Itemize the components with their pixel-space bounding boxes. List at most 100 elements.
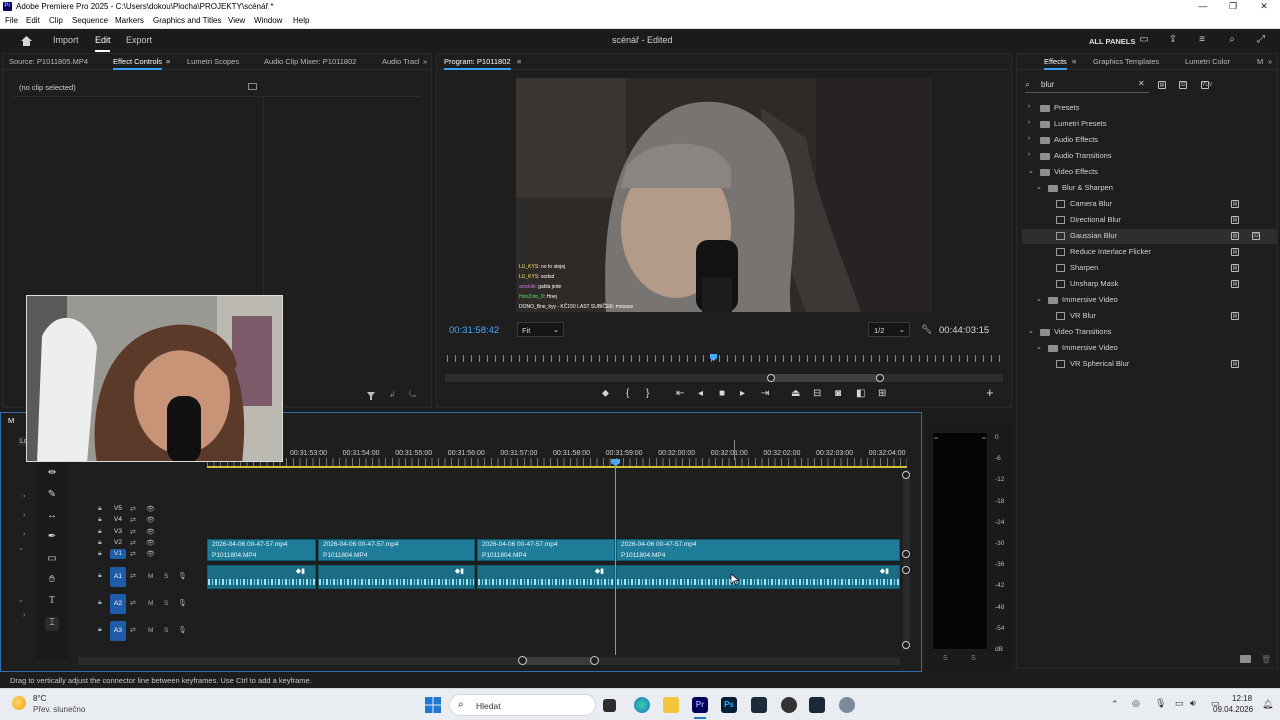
video-clip[interactable]: 2026-04-06 00-47-57.mp4 P1011804.MP4 xyxy=(477,539,615,561)
caption-tool-icon[interactable]: ⌶ xyxy=(45,617,59,631)
eye-icon[interactable]: 👁︎ xyxy=(146,550,155,558)
track-label-a1[interactable]: A1 xyxy=(114,573,122,580)
tab-program[interactable]: Program: P1011802 xyxy=(444,57,511,70)
solo-button[interactable]: S xyxy=(164,573,168,580)
clock-date[interactable]: 09.04.2026 xyxy=(1213,705,1253,714)
nav-edit[interactable]: Edit xyxy=(95,35,111,45)
task-view-icon[interactable] xyxy=(603,699,616,712)
effects-tree-item[interactable]: ⌄ Video Effects xyxy=(1017,165,1277,179)
chevron-down-icon[interactable]: ⌄ xyxy=(1028,167,1034,175)
razor-tool-icon[interactable]: ✎ xyxy=(45,489,59,503)
panel-menu-icon[interactable]: ≡ xyxy=(166,57,170,66)
keyframe-icon[interactable]: ◆▮ xyxy=(455,567,464,575)
zoom-handle-left[interactable] xyxy=(767,374,775,382)
sync-lock-icon[interactable]: ⇄ xyxy=(130,550,136,558)
export-frame-icon[interactable]: ↲ xyxy=(389,390,396,399)
expand-chevron-icon[interactable]: › xyxy=(23,531,25,538)
all-panels-button[interactable]: ALL PANELS xyxy=(1089,37,1135,46)
network-icon[interactable]: ▭ xyxy=(1175,698,1184,709)
voiceover-mic-icon[interactable]: 🎙︎ xyxy=(178,572,187,580)
lock-icon[interactable]: 🔒︎ xyxy=(98,516,102,524)
windows-start-icon[interactable] xyxy=(425,697,441,713)
steam-icon[interactable] xyxy=(809,697,825,713)
tab-effects[interactable]: Effects xyxy=(1044,57,1067,70)
track-label-a2[interactable]: A2 xyxy=(114,600,122,607)
program-menu-icon[interactable]: ≡ xyxy=(517,57,521,66)
tray-chevron-icon[interactable]: ⌃ xyxy=(1111,699,1119,710)
rectangle-tool-icon[interactable]: ▭ xyxy=(45,553,59,567)
lock-icon[interactable]: 🔒︎ xyxy=(98,626,102,634)
tab-more[interactable]: M xyxy=(1257,57,1263,66)
hscroll-handle-right[interactable] xyxy=(590,656,599,665)
keyframe-icon[interactable]: ◆▮ xyxy=(595,567,604,575)
photoshop-icon[interactable]: Ps xyxy=(721,697,737,713)
lock-icon[interactable]: 🔒︎ xyxy=(98,572,102,580)
clear-search-icon[interactable]: ✕ xyxy=(1138,79,1145,88)
tray-app-icon[interactable]: ◎ xyxy=(1132,698,1140,709)
clock-time[interactable]: 12:18 xyxy=(1232,694,1252,703)
render-icon[interactable]: ⤿ xyxy=(409,390,416,400)
stop-icon[interactable]: ■ xyxy=(719,388,725,399)
collapse-chevron-icon[interactable]: ⌄ xyxy=(18,596,24,604)
tab-audio-clip-mixer[interactable]: Audio Clip Mixer: P1011802 xyxy=(264,57,356,66)
audio-clip[interactable]: ◆▮ xyxy=(477,565,615,589)
vscroll-handle[interactable] xyxy=(902,566,910,574)
pen-tool-icon[interactable]: ✒ xyxy=(45,531,59,545)
lock-icon[interactable]: 🔒︎ xyxy=(98,528,102,536)
minimize-button[interactable]: — xyxy=(1188,1,1218,13)
tab-audio-track-mixer[interactable]: Audio Tracl xyxy=(382,57,420,66)
program-video-frame[interactable]: LU_KYS: no to stojej LU_KYS: sodsd anick… xyxy=(516,78,932,312)
track-label-v5[interactable]: V5 xyxy=(114,505,122,512)
32bit-filter-icon[interactable]: 32 xyxy=(1179,81,1187,89)
panel-layout-icon[interactable]: ▭ xyxy=(1137,34,1151,48)
effects-tree-item[interactable]: ▤ Sharpen xyxy=(1017,261,1277,275)
vscroll-handle[interactable] xyxy=(902,471,910,479)
track-label-v2[interactable]: V2 xyxy=(114,539,122,546)
mark-in-icon[interactable]: { xyxy=(626,388,629,399)
lock-icon[interactable]: 🔒︎ xyxy=(98,599,102,607)
lift-icon[interactable]: ⏏ xyxy=(791,388,800,399)
voiceover-mic-icon[interactable]: 🎙︎ xyxy=(178,626,187,634)
effects-tree-item[interactable]: › Presets xyxy=(1017,101,1277,115)
program-zoom-handle[interactable] xyxy=(770,374,880,382)
menu-view[interactable]: View xyxy=(228,16,245,25)
effects-tree-item[interactable]: ▤ VR Blur xyxy=(1017,309,1277,323)
vscroll-handle[interactable] xyxy=(902,550,910,558)
menu-file[interactable]: File xyxy=(5,16,18,25)
collapse-icon[interactable] xyxy=(248,83,257,90)
audio-clip[interactable]: ◆▮ xyxy=(616,565,900,589)
effects-search-input[interactable]: blur xyxy=(1039,78,1147,91)
search-icon[interactable]: ⌕ xyxy=(1225,34,1239,48)
slip-tool-icon[interactable]: ↔ xyxy=(45,510,59,524)
chevron-right-icon[interactable]: › xyxy=(1028,119,1030,126)
menu-sequence[interactable]: Sequence xyxy=(72,16,108,25)
nav-export[interactable]: Export xyxy=(126,35,152,45)
expand-chevron-icon[interactable]: › xyxy=(23,493,25,500)
chevron-right-icon[interactable]: › xyxy=(1028,103,1030,110)
effects-tree-item[interactable]: ▤ Reduce Interlace Flicker xyxy=(1017,245,1277,259)
sync-lock-icon[interactable]: ⇄ xyxy=(130,539,136,547)
effects-tree-item[interactable]: ⌄ Immersive Video xyxy=(1017,293,1277,307)
camera-icon[interactable]: ◙ xyxy=(835,388,841,399)
share-icon[interactable]: ⇪ xyxy=(1166,34,1180,48)
effects-tree-item[interactable]: › Lumetri Presets xyxy=(1017,117,1277,131)
video-clip[interactable]: 2026-04-06 00-47-57.mp4 P1011804.MP4 xyxy=(207,539,316,561)
sync-lock-icon[interactable]: ⇄ xyxy=(130,572,136,580)
lock-icon[interactable]: 🔒︎ xyxy=(98,505,102,513)
tab-effect-controls[interactable]: Effect Controls xyxy=(113,57,163,70)
accelerated-filter-icon[interactable]: ▤ xyxy=(1158,81,1166,89)
settings-gear-icon[interactable] xyxy=(839,697,855,713)
effects-tree-item[interactable]: ⌄ Blur & Sharpen xyxy=(1017,181,1277,195)
go-to-in-icon[interactable]: ⇤ xyxy=(676,388,684,399)
chevron-right-icon[interactable]: › xyxy=(1028,135,1030,142)
menu-help[interactable]: Help xyxy=(293,16,309,25)
effects-tree-item[interactable]: ▤ Directional Blur xyxy=(1017,213,1277,227)
yuv-filter-icon[interactable]: YUV xyxy=(1201,81,1212,89)
program-time-ruler[interactable] xyxy=(447,355,1003,362)
hscroll-handle-left[interactable] xyxy=(518,656,527,665)
effects-menu-icon[interactable]: ≡ xyxy=(1072,57,1076,66)
sync-lock-icon[interactable]: ⇄ xyxy=(130,505,136,513)
go-to-out-icon[interactable]: ⇥ xyxy=(761,388,769,399)
chevron-down-icon[interactable]: ⌄ xyxy=(1036,183,1042,191)
effects-tree-item[interactable]: ⌄ Video Transitions xyxy=(1017,325,1277,339)
